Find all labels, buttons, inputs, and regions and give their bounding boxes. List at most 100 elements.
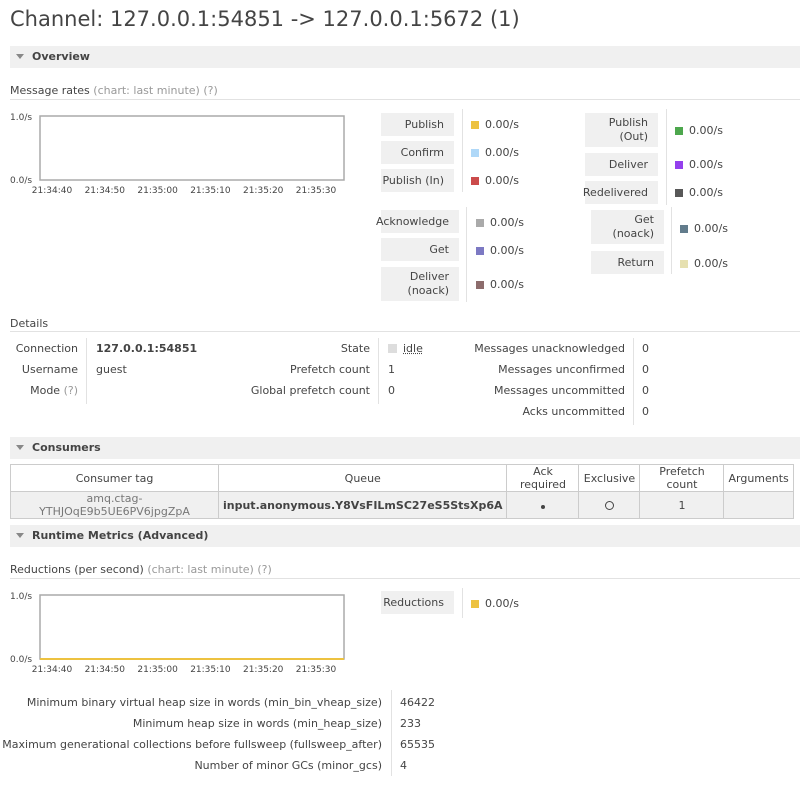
prefetch-count-cell: 1 xyxy=(639,491,725,519)
column-header: Exclusive xyxy=(578,464,641,492)
messages-uncommitted-value: 0 xyxy=(642,384,649,397)
y-tick-label: 1.0/s xyxy=(10,113,32,123)
reductions-heading: Reductions (per second) (chart: last min… xyxy=(10,563,272,576)
divider xyxy=(466,207,467,302)
x-tick-label: 21:35:30 xyxy=(296,665,337,675)
x-tick-label: 21:34:50 xyxy=(85,186,126,196)
arguments-cell xyxy=(723,491,794,519)
runtime-metrics-section-label: Runtime Metrics (Advanced) xyxy=(32,529,209,542)
collapse-triangle-icon xyxy=(16,445,24,450)
empty-circle-icon xyxy=(604,500,614,510)
rate-value-deliver: 0.00/s xyxy=(675,158,723,171)
collapse-triangle-icon xyxy=(16,533,24,538)
legend-swatch xyxy=(680,260,688,268)
page-title: Channel: 127.0.0.1:54851 -> 127.0.0.1:56… xyxy=(10,7,520,31)
acks-uncommitted-label: Acks uncommitted xyxy=(522,405,625,418)
filled-dot-icon xyxy=(540,504,545,509)
rate-label-redelivered: Redelivered xyxy=(583,181,658,204)
rate-value-return: 0.00/s xyxy=(680,257,728,270)
rate-label-confirm: Confirm xyxy=(381,141,454,164)
divider xyxy=(666,109,667,205)
prefetch-count-value: 1 xyxy=(388,363,395,376)
x-tick-label: 21:34:50 xyxy=(85,665,126,675)
consumer-tag-cell: amq.ctag-YTHJOqE9b5UE6PV6jpgZpA xyxy=(10,491,219,519)
rate-label-get: Get xyxy=(381,238,459,261)
rate-label-publish-in: Publish (In) xyxy=(381,169,454,192)
messages-unacknowledged-value: 0 xyxy=(642,342,649,355)
runtime-metrics-section-toggle[interactable]: Runtime Metrics (Advanced) xyxy=(10,525,800,547)
chart-range-link[interactable]: (chart: last minute) xyxy=(93,84,200,97)
acks-uncommitted-value: 0 xyxy=(642,405,649,418)
divider xyxy=(462,109,463,192)
metric-label: Minimum binary virtual heap size in word… xyxy=(26,696,382,709)
table-header-row: Consumer tag Queue Ack required Exclusiv… xyxy=(10,464,794,492)
legend-swatch xyxy=(476,219,484,227)
message-rates-chart: 1.0/s 0.0/s 21:34:40 21:34:50 21:35:00 21:35:… xyxy=(10,110,350,200)
metric-value: 65535 xyxy=(400,738,435,751)
help-icon[interactable]: (?) xyxy=(64,384,78,397)
metric-label: Minimum heap size in words (min_heap_siz… xyxy=(132,717,382,730)
rate-value-publish-out: 0.00/s xyxy=(675,124,723,137)
state-label: State xyxy=(340,342,370,355)
divider xyxy=(10,331,800,332)
mode-label: Mode (?) xyxy=(30,384,78,397)
rate-label-get-noack: Get (noack) xyxy=(591,210,664,244)
metric-label: Maximum generational collections before … xyxy=(2,738,382,751)
consumers-section-label: Consumers xyxy=(32,441,101,454)
username-label: Username xyxy=(21,363,78,376)
message-rates-heading: Message rates (chart: last minute) (?) xyxy=(10,84,218,97)
legend-swatch xyxy=(471,600,479,608)
column-header: Prefetch count xyxy=(639,464,725,492)
column-header: Queue xyxy=(217,464,508,492)
queue-link[interactable]: input.anonymous.Y8VsFILmSC27eS5StsXp6A xyxy=(217,491,508,519)
idle-state-icon xyxy=(388,344,397,353)
rate-value-publish-in: 0.00/s xyxy=(471,174,519,187)
state-text: idle xyxy=(403,342,423,355)
metric-value: 46422 xyxy=(400,696,435,709)
global-prefetch-count-value: 0 xyxy=(388,384,395,397)
table-row: amq.ctag-YTHJOqE9b5UE6PV6jpgZpA input.an… xyxy=(10,491,794,519)
connection-label: Connection xyxy=(15,342,78,355)
global-prefetch-count-label: Global prefetch count xyxy=(250,384,370,397)
divider xyxy=(671,207,672,274)
x-tick-label: 21:35:20 xyxy=(243,186,284,196)
x-tick-label: 21:35:30 xyxy=(296,186,337,196)
consumers-section-toggle[interactable]: Consumers xyxy=(10,437,800,459)
overview-section-toggle[interactable]: Overview xyxy=(10,46,800,68)
reductions-label: Reductions (per second) xyxy=(10,563,144,576)
reductions-chart: 1.0/s 0.0/s 21:34:40 21:34:50 21:35:00 21:35:… xyxy=(10,589,350,679)
details-heading: Details xyxy=(10,317,49,330)
x-tick-label: 21:35:10 xyxy=(190,186,231,196)
metric-value: 4 xyxy=(400,759,407,772)
divider xyxy=(391,690,392,776)
messages-unconfirmed-label: Messages unconfirmed xyxy=(498,363,625,376)
rate-value-get-noack: 0.00/s xyxy=(680,222,728,235)
legend-swatch xyxy=(471,149,479,157)
legend-swatch xyxy=(476,247,484,255)
rate-value-deliver-noack: 0.00/s xyxy=(476,278,524,291)
legend-swatch xyxy=(675,189,683,197)
divider xyxy=(86,338,87,404)
legend-swatch xyxy=(471,177,479,185)
legend-swatch xyxy=(680,225,688,233)
ack-required-cell xyxy=(506,491,580,519)
messages-uncommitted-label: Messages uncommitted xyxy=(493,384,625,397)
rate-label-return: Return xyxy=(591,251,664,274)
legend-swatch xyxy=(675,127,683,135)
x-tick-label: 21:35:00 xyxy=(137,186,178,196)
connection-link[interactable]: 127.0.0.1:54851 xyxy=(96,342,197,355)
help-icon[interactable]: (?) xyxy=(203,84,217,97)
y-tick-label: 1.0/s xyxy=(10,592,32,602)
rate-label-deliver: Deliver xyxy=(585,153,658,176)
rate-value-publish: 0.00/s xyxy=(471,118,519,131)
collapse-triangle-icon xyxy=(16,54,24,59)
rate-label-publish-out: Publish (Out) xyxy=(585,113,658,147)
state-value: idle xyxy=(388,342,423,355)
x-tick-label: 21:35:00 xyxy=(137,665,178,675)
chart-range-link[interactable]: (chart: last minute) xyxy=(147,563,254,576)
metric-value: 233 xyxy=(400,717,421,730)
column-header: Arguments xyxy=(723,464,794,492)
help-icon[interactable]: (?) xyxy=(257,563,271,576)
legend-swatch xyxy=(471,121,479,129)
exclusive-cell xyxy=(578,491,641,519)
